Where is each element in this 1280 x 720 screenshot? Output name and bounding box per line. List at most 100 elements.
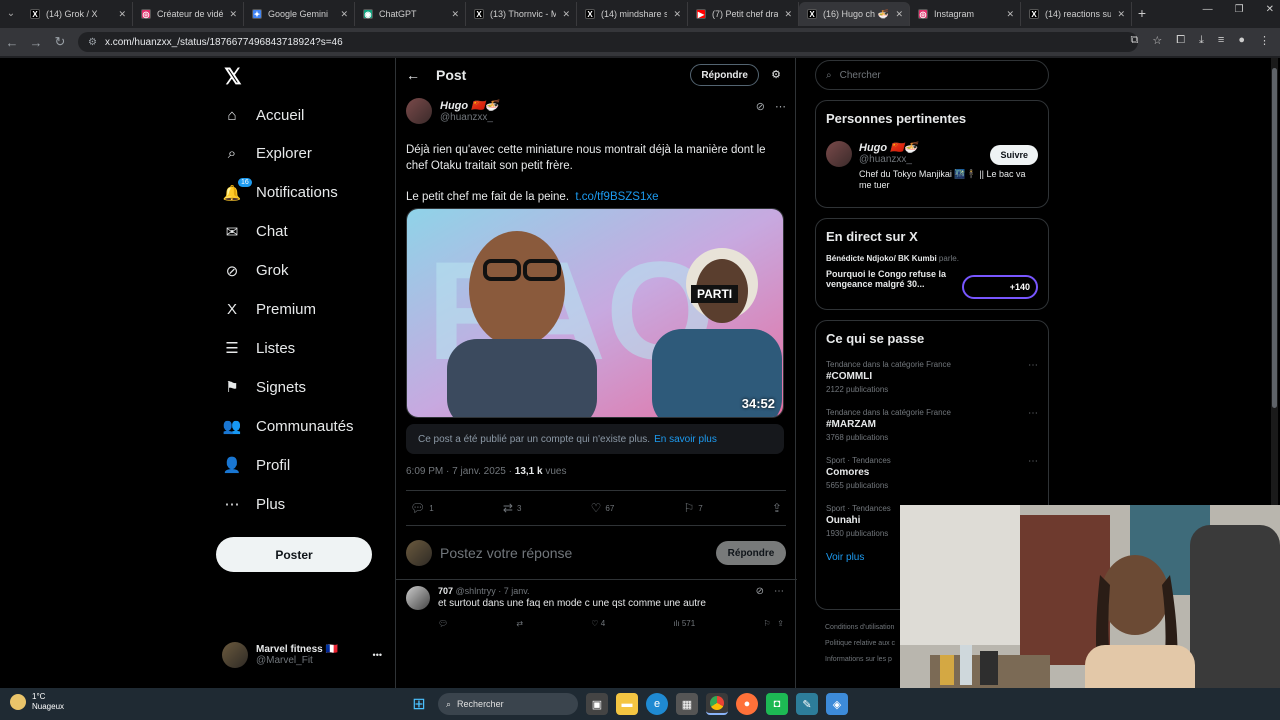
back-icon[interactable]: ← (0, 35, 24, 50)
browser-tab[interactable]: ◎ Instagram ✕ (910, 2, 1021, 26)
reload-icon[interactable]: ↻ (48, 34, 72, 50)
store-icon[interactable]: ▦ (676, 693, 698, 715)
nav-item-chat[interactable]: ✉ Chat (222, 219, 288, 245)
nav-item-listes[interactable]: ☰ Listes (222, 335, 295, 361)
like-action[interactable]: ♡ 4 (591, 619, 605, 628)
close-window-icon[interactable]: ✕ (1266, 4, 1274, 15)
comment-handle[interactable]: @shlntryy · 7 janv. (456, 586, 530, 596)
app-icon[interactable]: ◘ (766, 693, 788, 715)
share-action[interactable]: ⇪ (772, 501, 782, 515)
site-settings-icon[interactable]: ⚙ (88, 37, 97, 48)
author-handle[interactable]: @huanzxx_ (440, 112, 499, 123)
close-tab-icon[interactable]: ✕ (784, 9, 792, 20)
more-icon[interactable]: ⋯ (1028, 360, 1038, 371)
app-icon[interactable]: ✎ (796, 693, 818, 715)
media-icon[interactable]: ≡ (1218, 34, 1224, 47)
more-icon[interactable]: ••• (373, 650, 382, 660)
nav-item-notifications[interactable]: 🔔 16 Notifications (222, 177, 338, 206)
comment-name[interactable]: 707 (438, 586, 453, 596)
close-tab-icon[interactable]: ✕ (1006, 9, 1014, 20)
author-name[interactable]: Hugo 🇨🇳🍜 (440, 99, 499, 112)
close-tab-icon[interactable]: ✕ (118, 9, 126, 20)
trend-item[interactable]: Tendance dans la catégorie France #MARZA… (826, 408, 1038, 442)
edge-icon[interactable]: e (646, 693, 668, 715)
close-tab-icon[interactable]: ✕ (451, 9, 459, 20)
reply-button[interactable]: Répondre (716, 541, 786, 565)
x-logo-icon[interactable]: 𝕏 (224, 64, 242, 90)
live-listeners[interactable]: +140 (962, 275, 1038, 299)
install-icon[interactable]: ⧉ (1131, 34, 1139, 47)
video-thumbnail[interactable]: FAQ PARTI 34:52 (406, 208, 784, 418)
browser-tab[interactable]: ✦ Google Gemini ✕ (244, 2, 355, 26)
post-button[interactable]: Poster (216, 537, 372, 572)
close-tab-icon[interactable]: ✕ (673, 9, 681, 20)
comment-avatar[interactable] (406, 586, 430, 610)
firefox-icon[interactable]: ● (736, 693, 758, 715)
post-link[interactable]: t.co/tf9BSZS1xe (575, 191, 658, 203)
more-icon[interactable]: ⋯ (775, 100, 786, 113)
close-tab-icon[interactable]: ✕ (562, 9, 570, 20)
close-tab-icon[interactable]: ✕ (340, 9, 348, 20)
browser-tab[interactable]: X (14) Grok / X ✕ (22, 2, 133, 26)
trend-item[interactable]: Sport · Tendances Comores 5655 publicati… (826, 456, 1038, 490)
follow-button[interactable]: Suivre (990, 145, 1038, 165)
search-input[interactable]: ⌕ Chercher (815, 60, 1049, 90)
person-avatar[interactable] (826, 141, 852, 167)
author-avatar[interactable] (406, 98, 432, 124)
reply-input[interactable]: Postez votre réponse (440, 545, 708, 561)
footer-link[interactable]: Politique relative aux c (825, 636, 895, 652)
nav-item-explorer[interactable]: ⌕ Explorer (222, 141, 312, 167)
learn-more-link[interactable]: En savoir plus (654, 434, 717, 445)
browser-tab[interactable]: X (13) Thornvic - Mu ✕ (466, 2, 577, 26)
person-handle[interactable]: @huanzxx_ (859, 154, 979, 165)
download-icon[interactable]: ⤓ (1199, 34, 1204, 47)
weather-widget[interactable]: 1°C Nuageux (10, 692, 64, 712)
views-action[interactable]: ılı 571 (673, 619, 695, 628)
browser-tab[interactable]: ◎ Créateur de vidéo ✕ (133, 2, 244, 26)
grok-icon[interactable]: ⊘ (756, 100, 765, 113)
extensions-icon[interactable]: ⧠ (1176, 34, 1185, 47)
close-tab-icon[interactable]: ✕ (1117, 9, 1125, 20)
file-explorer-icon[interactable]: ▬ (616, 693, 638, 715)
nav-item-premium[interactable]: X Premium (222, 297, 316, 323)
url-field[interactable]: ⚙ x.com/huanzxx_/status/1876677496843718… (78, 32, 1138, 52)
repost-icon[interactable]: ⇄ (516, 619, 523, 628)
more-icon[interactable]: ⋯ (1028, 408, 1038, 419)
browser-tab[interactable]: X (14) mindshare sur ✕ (577, 2, 688, 26)
share-icon[interactable]: ⇪ (777, 619, 784, 628)
like-action[interactable]: ♡ 67 (591, 501, 615, 515)
live-host[interactable]: Bénédicte Ndjoko/ BK Kumbi (826, 254, 937, 263)
nav-item-plus[interactable]: ⋯ Plus (222, 491, 286, 517)
post-time[interactable]: 6:09 PM · 7 janv. 2025 · (406, 466, 515, 477)
minimize-icon[interactable]: — (1203, 4, 1213, 15)
menu-icon[interactable]: ⋮ (1259, 34, 1270, 47)
app-icon[interactable]: ◈ (826, 693, 848, 715)
repost-action[interactable]: ⇄ 3 (503, 501, 522, 515)
more-icon[interactable]: ⋯ (774, 586, 784, 597)
filter-icon[interactable]: ⚙ (771, 68, 781, 81)
nav-item-profil[interactable]: 👤 Profil (222, 452, 291, 478)
nav-item-grok[interactable]: ⊘ Grok (222, 258, 289, 284)
more-icon[interactable]: ⋯ (1028, 456, 1038, 467)
tab-search-icon[interactable]: ⌄ (0, 8, 22, 19)
trend-item[interactable]: Tendance dans la catégorie France #COMML… (826, 360, 1038, 394)
live-space-title[interactable]: Pourquoi le Congo refuse la vengeance ma… (826, 269, 956, 289)
grok-icon[interactable]: ⊘ (756, 586, 764, 597)
nav-item-signets[interactable]: ⚑ Signets (222, 374, 306, 400)
forward-icon[interactable]: → (24, 35, 48, 50)
bookmark-star-icon[interactable]: ☆ (1152, 34, 1162, 47)
reply-icon[interactable]: 💬︎ (438, 619, 448, 628)
profile-icon[interactable]: ● (1238, 34, 1245, 47)
comment[interactable]: 707 @shlntryy · 7 janv. ⊘ ⋯ et surtout d… (406, 586, 786, 628)
browser-tab[interactable]: X (16) Hugo ch 🍜 ✕ (799, 2, 910, 26)
bookmark-action[interactable]: ⚐ 7 (683, 501, 702, 515)
taskbar-search[interactable]: ⌕ Rechercher (438, 693, 578, 715)
person-name[interactable]: Hugo 🇨🇳🍜 (859, 141, 979, 154)
browser-tab[interactable]: ▶ (7) Petit chef dran ✕ (688, 2, 799, 26)
restore-icon[interactable]: ❐ (1235, 4, 1244, 15)
close-tab-icon[interactable]: ✕ (895, 9, 903, 20)
back-arrow-icon[interactable]: ← (406, 67, 436, 83)
browser-tab[interactable]: ◉ ChatGPT ✕ (355, 2, 466, 26)
chrome-icon[interactable] (706, 693, 728, 715)
reply-action[interactable]: 💬︎ 1 (410, 501, 434, 515)
